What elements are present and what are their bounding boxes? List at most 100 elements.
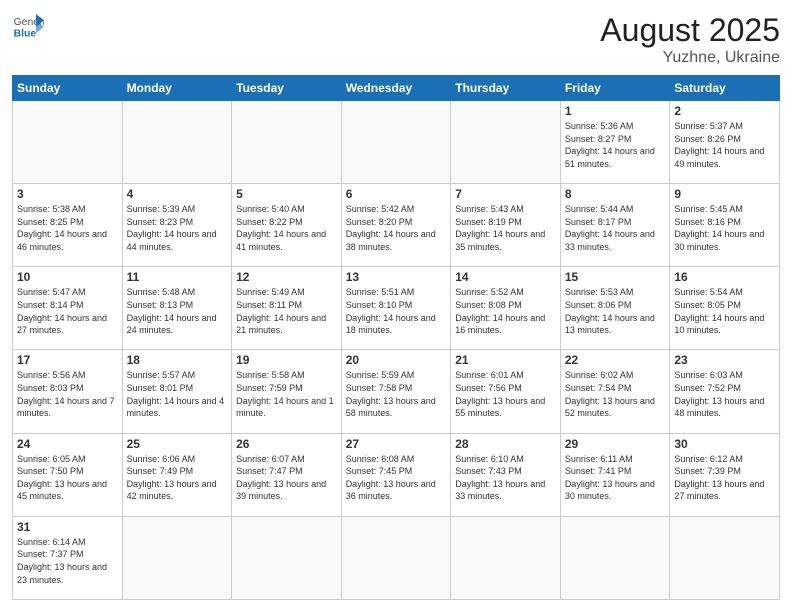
calendar-day-cell: 7Sunrise: 5:43 AM Sunset: 8:19 PM Daylig… [451, 184, 561, 267]
day-info: Sunrise: 6:14 AM Sunset: 7:37 PM Dayligh… [17, 536, 118, 586]
day-info: Sunrise: 5:58 AM Sunset: 7:59 PM Dayligh… [236, 369, 337, 419]
calendar-day-cell [122, 101, 232, 184]
calendar-day-cell: 24Sunrise: 6:05 AM Sunset: 7:50 PM Dayli… [13, 433, 123, 516]
day-number: 30 [674, 437, 775, 451]
day-info: Sunrise: 6:05 AM Sunset: 7:50 PM Dayligh… [17, 453, 118, 503]
day-info: Sunrise: 5:57 AM Sunset: 8:01 PM Dayligh… [127, 369, 228, 419]
day-info: Sunrise: 5:37 AM Sunset: 8:26 PM Dayligh… [674, 120, 775, 170]
calendar-week-row: 10 Sunrise: 5:47 AM Sunset: 8:14 PM Dayli… [13, 267, 780, 350]
calendar-day-cell: 6Sunrise: 5:42 AM Sunset: 8:20 PM Daylig… [341, 184, 451, 267]
day-info: Sunrise: 5:47 AM Sunset: 8:14 PM Dayligh… [17, 286, 118, 336]
day-number: 11 [127, 270, 228, 284]
calendar-day-cell [670, 516, 780, 599]
day-number: 22 [565, 353, 666, 367]
calendar-day-cell [13, 101, 123, 184]
day-info: Sunrise: 6:10 AM Sunset: 7:43 PM Dayligh… [455, 453, 556, 503]
day-number: 19 [236, 353, 337, 367]
day-info: Sunrise: 6:12 AM Sunset: 7:39 PM Dayligh… [674, 453, 775, 503]
day-info: Sunrise: 6:06 AM Sunset: 7:49 PM Dayligh… [127, 453, 228, 503]
day-info: Sunrise: 5:43 AM Sunset: 8:19 PM Dayligh… [455, 203, 556, 253]
day-info: Sunrise: 5:36 AM Sunset: 8:27 PM Dayligh… [565, 120, 666, 170]
weekday-header-cell: Tuesday [232, 76, 342, 101]
calendar-day-cell [232, 101, 342, 184]
calendar-week-row: 17 Sunrise: 5:56 AM Sunset: 8:03 PM Dayli… [13, 350, 780, 433]
day-number: 23 [674, 353, 775, 367]
day-number: 13 [346, 270, 447, 284]
calendar-day-cell: 27 Sunrise: 6:08 AM Sunset: 7:45 PM Dayli… [341, 433, 451, 516]
calendar-day-cell [232, 516, 342, 599]
calendar-day-cell: 16 Sunrise: 5:54 AM Sunset: 8:05 PM Dayli… [670, 267, 780, 350]
day-number: 6 [346, 187, 447, 201]
calendar-day-cell [341, 101, 451, 184]
calendar-day-cell: 12Sunrise: 5:49 AM Sunset: 8:11 PM Dayli… [232, 267, 342, 350]
calendar-day-cell: 9 Sunrise: 5:45 AM Sunset: 8:16 PM Daylig… [670, 184, 780, 267]
calendar-day-cell: 30 Sunrise: 6:12 AM Sunset: 7:39 PM Dayli… [670, 433, 780, 516]
day-number: 4 [127, 187, 228, 201]
calendar-day-cell: 20Sunrise: 5:59 AM Sunset: 7:58 PM Dayli… [341, 350, 451, 433]
day-number: 26 [236, 437, 337, 451]
day-number: 15 [565, 270, 666, 284]
svg-text:Blue: Blue [14, 28, 37, 39]
day-info: Sunrise: 5:44 AM Sunset: 8:17 PM Dayligh… [565, 203, 666, 253]
day-info: Sunrise: 6:07 AM Sunset: 7:47 PM Dayligh… [236, 453, 337, 503]
calendar-day-cell [451, 516, 561, 599]
weekday-header-cell: Monday [122, 76, 232, 101]
calendar-week-row: 1 Sunrise: 5:36 AM Sunset: 8:27 PM Daylig… [13, 101, 780, 184]
calendar-subtitle: Yuzhne, Ukraine [600, 49, 780, 67]
calendar-day-cell: 19 Sunrise: 5:58 AM Sunset: 7:59 PM Dayli… [232, 350, 342, 433]
calendar-day-cell [341, 516, 451, 599]
day-info: Sunrise: 6:08 AM Sunset: 7:45 PM Dayligh… [346, 453, 447, 503]
day-info: Sunrise: 5:49 AM Sunset: 8:11 PM Dayligh… [236, 286, 337, 336]
title-block: August 2025 Yuzhne, Ukraine [600, 12, 780, 67]
day-number: 1 [565, 104, 666, 118]
weekday-header: SundayMondayTuesdayWednesdayThursdayFrid… [13, 76, 780, 101]
weekday-header-cell: Wednesday [341, 76, 451, 101]
day-number: 17 [17, 353, 118, 367]
day-info: Sunrise: 5:52 AM Sunset: 8:08 PM Dayligh… [455, 286, 556, 336]
page: General Blue August 2025 Yuzhne, Ukraine… [0, 0, 792, 612]
day-info: Sunrise: 5:56 AM Sunset: 8:03 PM Dayligh… [17, 369, 118, 419]
day-number: 2 [674, 104, 775, 118]
weekday-header-cell: Thursday [451, 76, 561, 101]
day-info: Sunrise: 5:38 AM Sunset: 8:25 PM Dayligh… [17, 203, 118, 253]
weekday-header-cell: Saturday [670, 76, 780, 101]
day-number: 5 [236, 187, 337, 201]
day-number: 3 [17, 187, 118, 201]
calendar-day-cell: 18Sunrise: 5:57 AM Sunset: 8:01 PM Dayli… [122, 350, 232, 433]
day-number: 25 [127, 437, 228, 451]
day-number: 27 [346, 437, 447, 451]
day-info: Sunrise: 5:45 AM Sunset: 8:16 PM Dayligh… [674, 203, 775, 253]
logo: General Blue [12, 12, 44, 40]
calendar-day-cell: 1 Sunrise: 5:36 AM Sunset: 8:27 PM Daylig… [560, 101, 670, 184]
day-number: 31 [17, 520, 118, 534]
day-info: Sunrise: 6:02 AM Sunset: 7:54 PM Dayligh… [565, 369, 666, 419]
calendar-day-cell: 8 Sunrise: 5:44 AM Sunset: 8:17 PM Daylig… [560, 184, 670, 267]
calendar-day-cell: 11 Sunrise: 5:48 AM Sunset: 8:13 PM Dayli… [122, 267, 232, 350]
calendar-day-cell: 2 Sunrise: 5:37 AM Sunset: 8:26 PM Daylig… [670, 101, 780, 184]
calendar-week-row: 24Sunrise: 6:05 AM Sunset: 7:50 PM Dayli… [13, 433, 780, 516]
calendar-day-cell: 22 Sunrise: 6:02 AM Sunset: 7:54 PM Dayli… [560, 350, 670, 433]
weekday-header-cell: Friday [560, 76, 670, 101]
day-number: 10 [17, 270, 118, 284]
calendar-day-cell: 28Sunrise: 6:10 AM Sunset: 7:43 PM Dayli… [451, 433, 561, 516]
day-info: Sunrise: 6:03 AM Sunset: 7:52 PM Dayligh… [674, 369, 775, 419]
calendar-week-row: 31 Sunrise: 6:14 AM Sunset: 7:37 PM Dayli… [13, 516, 780, 599]
calendar-day-cell: 23 Sunrise: 6:03 AM Sunset: 7:52 PM Dayli… [670, 350, 780, 433]
day-number: 9 [674, 187, 775, 201]
header: General Blue August 2025 Yuzhne, Ukraine [12, 12, 780, 67]
day-info: Sunrise: 5:54 AM Sunset: 8:05 PM Dayligh… [674, 286, 775, 336]
day-info: Sunrise: 5:40 AM Sunset: 8:22 PM Dayligh… [236, 203, 337, 253]
calendar-day-cell: 3 Sunrise: 5:38 AM Sunset: 8:25 PM Daylig… [13, 184, 123, 267]
calendar-day-cell: 21Sunrise: 6:01 AM Sunset: 7:56 PM Dayli… [451, 350, 561, 433]
day-info: Sunrise: 5:53 AM Sunset: 8:06 PM Dayligh… [565, 286, 666, 336]
calendar-day-cell [560, 516, 670, 599]
day-info: Sunrise: 5:39 AM Sunset: 8:23 PM Dayligh… [127, 203, 228, 253]
calendar-table: SundayMondayTuesdayWednesdayThursdayFrid… [12, 75, 780, 600]
day-info: Sunrise: 6:11 AM Sunset: 7:41 PM Dayligh… [565, 453, 666, 503]
day-number: 8 [565, 187, 666, 201]
day-number: 16 [674, 270, 775, 284]
calendar-body: 1 Sunrise: 5:36 AM Sunset: 8:27 PM Daylig… [13, 101, 780, 600]
calendar-day-cell: 29Sunrise: 6:11 AM Sunset: 7:41 PM Dayli… [560, 433, 670, 516]
day-info: Sunrise: 5:48 AM Sunset: 8:13 PM Dayligh… [127, 286, 228, 336]
calendar-title: August 2025 [600, 12, 780, 49]
